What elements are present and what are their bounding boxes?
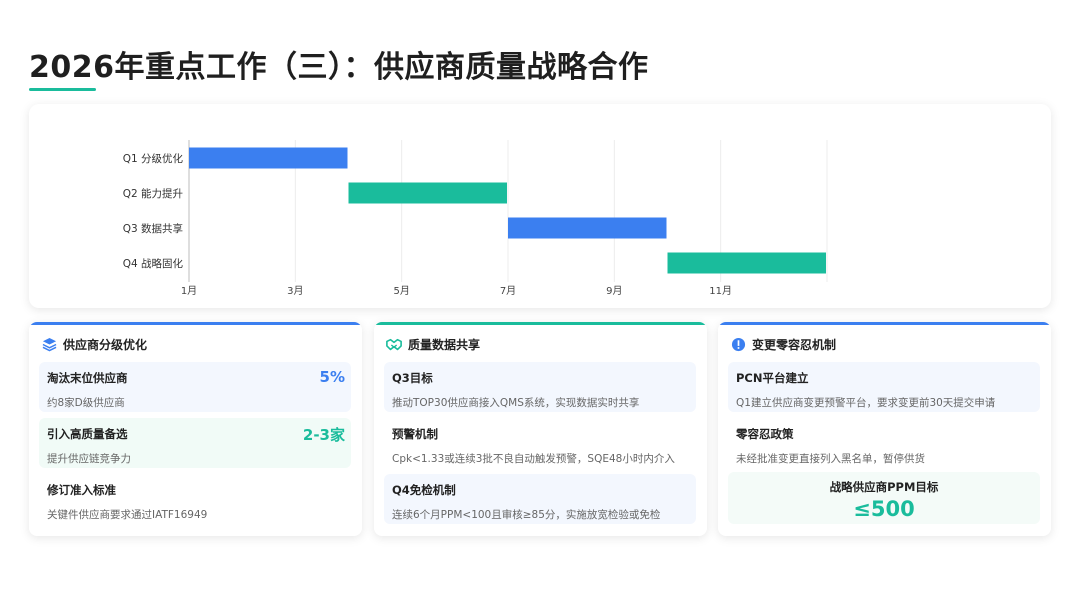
x-tick-label: 7月 (500, 285, 516, 297)
list-item: 引入高质量备选 提升供应链竞争力 2-3家 (39, 418, 351, 468)
gantt-chart: Q1 分级优化 Q2 能力提升 Q3 数据共享 Q4 战略固化 1月 3月 5月 7月 9月 11… (123, 140, 828, 297)
gantt-chart-card: Q1 分级优化 Q2 能力提升 Q3 数据共享 Q4 战略固化 1月 3月 5月 7月 9月 11… (29, 104, 1051, 308)
item-title: Q3目标 (392, 371, 433, 385)
card-top-bar (718, 322, 1051, 325)
item-title: 预警机制 (392, 427, 438, 441)
slide: 2026年重点工作（三）：供应商质量战略合作 Q1 分级优化 Q2 能力提升 Q3 … (0, 0, 1080, 608)
handshake-icon (386, 337, 402, 353)
gantt-bar (348, 182, 507, 204)
item-title: 修订准入标准 (47, 483, 116, 497)
list-item: Q3目标 推动TOP30供应商接入QMS系统，实现数据实时共享 (384, 362, 696, 412)
gantt-bar (508, 217, 667, 239)
card-title: 变更零容忍机制 (752, 338, 837, 352)
alert-icon (730, 337, 746, 353)
layers-icon (41, 337, 57, 353)
item-title: 淘汰末位供应商 (47, 371, 128, 385)
card-supplier-grading: 供应商分级优化 淘汰末位供应商 约8家D级供应商 5% 引入高质量备选 提升供应… (29, 322, 362, 536)
x-tick-label: 5月 (393, 285, 409, 297)
item-sub: 提升供应链竞争力 (47, 453, 131, 465)
list-item: 零容忍政策 未经批准变更直接列入黑名单，暂停供货 (728, 418, 1040, 468)
card-change-zero-tolerance: 变更零容忍机制 PCN平台建立 Q1建立供应商变更预警平台，要求变更前30天提交… (718, 322, 1051, 536)
item-sub: Cpk<1.33或连续3批不良自动触发预警，SQE48小时内介入 (392, 453, 675, 465)
item-title: PCN平台建立 (736, 371, 809, 385)
task-label: Q2 能力提升 (123, 187, 183, 200)
item-sub: Q1建立供应商变更预警平台，要求变更前30天提交申请 (736, 397, 996, 409)
list-item: 预警机制 Cpk<1.33或连续3批不良自动触发预警，SQE48小时内介入 (384, 418, 696, 468)
x-tick-label: 3月 (287, 285, 303, 297)
card-title: 质量数据共享 (408, 338, 481, 352)
task-label: Q4 战略固化 (123, 257, 184, 270)
gantt-bar (667, 252, 826, 274)
x-tick-label: 1月 (181, 285, 197, 297)
list-item: 修订准入标准 关键件供应商要求通过IATF16949 (39, 474, 351, 524)
item-sub: 未经批准变更直接列入黑名单，暂停供货 (736, 453, 925, 465)
ppm-target-box: 战略供应商PPM目标 ≤500 (728, 472, 1040, 524)
card-top-bar (374, 322, 707, 325)
page-title: 2026年重点工作（三）：供应商质量战略合作 (29, 50, 649, 85)
task-label: Q1 分级优化 (123, 152, 184, 165)
card-quality-data-sharing: 质量数据共享 Q3目标 推动TOP30供应商接入QMS系统，实现数据实时共享 预… (374, 322, 707, 536)
ppm-value: ≤500 (853, 497, 915, 521)
x-tick-label: 9月 (606, 285, 622, 297)
item-value: 2-3家 (302, 426, 345, 444)
ppm-label: 战略供应商PPM目标 (829, 480, 939, 494)
item-title: 零容忍政策 (736, 427, 794, 441)
list-item: 淘汰末位供应商 约8家D级供应商 5% (39, 362, 351, 412)
task-label: Q3 数据共享 (123, 222, 183, 235)
card-header: 变更零容忍机制 (730, 336, 836, 353)
item-sub: 连续6个月PPM<100且审核≥85分，实施放宽检验或免检 (392, 509, 661, 521)
x-tick-label: 11月 (709, 285, 732, 297)
item-value: 5% (319, 368, 345, 386)
gantt-bar (189, 147, 348, 169)
card-header: 质量数据共享 (386, 336, 480, 353)
item-title: 引入高质量备选 (47, 427, 128, 441)
card-title: 供应商分级优化 (63, 338, 148, 352)
list-item: PCN平台建立 Q1建立供应商变更预警平台，要求变更前30天提交申请 (728, 362, 1040, 412)
list-item: Q4免检机制 连续6个月PPM<100且审核≥85分，实施放宽检验或免检 (384, 474, 696, 524)
item-sub: 关键件供应商要求通过IATF16949 (47, 509, 208, 521)
card-header: 供应商分级优化 (41, 336, 147, 353)
item-sub: 推动TOP30供应商接入QMS系统，实现数据实时共享 (392, 397, 640, 409)
title-underline (29, 88, 96, 91)
card-top-bar (29, 322, 362, 325)
item-title: Q4免检机制 (392, 483, 456, 497)
item-sub: 约8家D级供应商 (47, 397, 125, 409)
